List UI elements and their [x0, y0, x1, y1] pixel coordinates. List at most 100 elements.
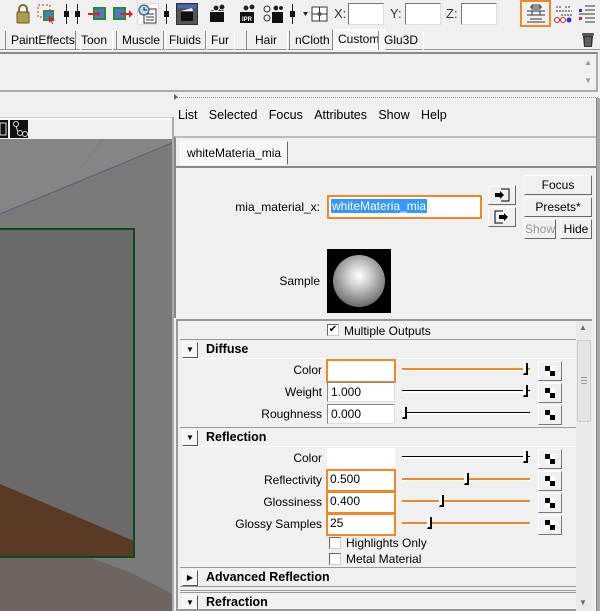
- reflectivity-slider[interactable]: [402, 473, 530, 485]
- sample-label: Sample: [279, 274, 320, 288]
- node-tab-bar: whiteMateria_mia: [174, 136, 598, 168]
- tool-settings-icon[interactable]: [576, 3, 598, 25]
- glossiness-field[interactable]: 0.400: [326, 491, 396, 514]
- collapse-triangle-icon[interactable]: ▼: [182, 342, 198, 358]
- batch-render-icon[interactable]: [262, 3, 284, 25]
- pane-divider[interactable]: [174, 97, 598, 98]
- output-connection-icon[interactable]: [112, 3, 134, 25]
- glossiness-slider[interactable]: [402, 495, 530, 507]
- attribute-scrollbar[interactable]: ▲ ▼: [576, 321, 592, 611]
- collapse-arrow-icon[interactable]: [174, 94, 178, 100]
- status-line-toolbar: IPR X: Y: Z:: [0, 0, 600, 29]
- presets-button[interactable]: Presets*: [524, 197, 592, 217]
- reflection-color-slider[interactable]: [402, 451, 530, 463]
- attribute-scroll-area: ✔ Multiple Outputs ▼ Diffuse Color Weigh…: [176, 319, 592, 611]
- 3d-viewport[interactable]: [0, 139, 172, 611]
- node-name-selection: whiteMateria_mia: [331, 199, 428, 213]
- diffuse-weight-slider[interactable]: [402, 385, 530, 397]
- hide-button[interactable]: Hide: [560, 219, 592, 239]
- render-current-icon[interactable]: [206, 3, 228, 25]
- diffuse-color-map-button[interactable]: [538, 361, 562, 381]
- collapse-triangle-icon[interactable]: ▼: [182, 430, 198, 446]
- section-title: Reflection: [206, 430, 267, 444]
- menu-selected[interactable]: Selected: [209, 108, 258, 122]
- command-output-area[interactable]: ▲ ▼: [0, 52, 598, 92]
- trash-icon[interactable]: [581, 31, 595, 51]
- toolbar-separator[interactable]: [64, 4, 69, 24]
- menu-show[interactable]: Show: [378, 108, 409, 122]
- expand-triangle-icon[interactable]: ▶: [182, 570, 198, 586]
- reflectivity-map-button[interactable]: [538, 471, 562, 491]
- shelf-tab-muscle[interactable]: Muscle: [116, 31, 167, 50]
- menu-focus[interactable]: Focus: [269, 108, 303, 122]
- section-diffuse[interactable]: ▼ Diffuse: [180, 339, 578, 359]
- shelf-tab-fluids[interactable]: Fluids: [163, 31, 208, 50]
- diffuse-color-slider[interactable]: [402, 363, 530, 375]
- menu-list[interactable]: List: [178, 108, 197, 122]
- section-refraction[interactable]: ▼ Refraction: [180, 590, 578, 609]
- multiple-outputs-checkbox[interactable]: ✔: [327, 324, 339, 336]
- scrollbar-thumb[interactable]: [577, 340, 591, 422]
- material-sample-swatch[interactable]: [327, 249, 391, 313]
- input-connections-button[interactable]: [488, 185, 516, 205]
- viewport-frame-icon[interactable]: [0, 120, 8, 138]
- node-tab-whitemateria-mia[interactable]: whiteMateria_mia: [180, 141, 289, 165]
- glossy-samples-map-button[interactable]: [538, 515, 562, 535]
- shelf-tab-ncloth[interactable]: nCloth: [289, 31, 336, 50]
- shelf-tab-toon[interactable]: Toon: [75, 31, 114, 50]
- select-camera-icon[interactable]: [36, 3, 58, 25]
- reflection-color-label: Color: [293, 451, 322, 465]
- reflectivity-field[interactable]: 0.500: [326, 469, 396, 492]
- shelf-tab-glu3d[interactable]: Glu3D: [378, 31, 425, 50]
- toolbar-separator[interactable]: [75, 4, 80, 24]
- scroll-down-icon[interactable]: ▼: [579, 598, 587, 607]
- diffuse-weight-field[interactable]: 1.000: [327, 382, 395, 402]
- x-coordinate-field[interactable]: [348, 3, 384, 25]
- diffuse-color-swatch[interactable]: [326, 359, 396, 383]
- scroll-down-icon[interactable]: ▼: [584, 76, 592, 85]
- diffuse-roughness-slider[interactable]: [402, 407, 530, 419]
- z-coordinate-field[interactable]: [461, 3, 497, 25]
- output-connections-button[interactable]: [488, 207, 516, 227]
- scroll-up-icon[interactable]: ▲: [579, 323, 587, 332]
- scroll-up-icon[interactable]: ▲: [584, 58, 592, 67]
- multiple-outputs-label: Multiple Outputs: [344, 324, 431, 338]
- glossy-samples-field[interactable]: 25: [326, 513, 396, 536]
- section-advanced-reflection[interactable]: ▶ Advanced Reflection: [180, 567, 578, 587]
- menu-attributes[interactable]: Attributes: [314, 108, 367, 122]
- toolbar-separator[interactable]: [164, 4, 169, 24]
- show-button[interactable]: Show: [524, 219, 556, 239]
- node-name-field[interactable]: whiteMateria_mia: [327, 195, 482, 219]
- shelf-tab-hair[interactable]: Hair: [246, 31, 289, 50]
- history-icon[interactable]: [137, 3, 159, 25]
- channel-box-icon[interactable]: [553, 3, 575, 25]
- viewport-chain-icon[interactable]: [10, 120, 28, 138]
- snap-toggle-icon[interactable]: [302, 3, 330, 25]
- diffuse-roughness-map-button[interactable]: [538, 405, 562, 425]
- shelf-tab-fur[interactable]: Fur: [205, 31, 235, 50]
- section-title: Advanced Reflection: [206, 570, 330, 584]
- highlights-only-checkbox[interactable]: [329, 537, 341, 549]
- glossy-samples-slider[interactable]: [402, 517, 530, 529]
- window-edge: [596, 98, 600, 611]
- diffuse-roughness-field[interactable]: 0.000: [327, 404, 395, 424]
- y-label: Y:: [390, 6, 402, 21]
- shelf-tab-painteffects[interactable]: PaintEffects: [5, 31, 81, 50]
- y-coordinate-field[interactable]: [405, 3, 441, 25]
- lock-icon[interactable]: [12, 3, 34, 25]
- svg-text:IPR: IPR: [242, 17, 253, 23]
- reflection-color-swatch[interactable]: [327, 448, 395, 468]
- metal-material-checkbox[interactable]: [329, 553, 341, 565]
- attribute-editor-icon[interactable]: [520, 0, 551, 27]
- collapse-triangle-icon[interactable]: ▼: [182, 595, 198, 609]
- glossiness-map-button[interactable]: [538, 493, 562, 513]
- input-connection-icon[interactable]: [86, 3, 108, 25]
- render-view-icon[interactable]: [176, 3, 198, 25]
- section-reflection[interactable]: ▼ Reflection: [180, 427, 578, 447]
- focus-button[interactable]: Focus: [524, 175, 592, 195]
- reflection-color-map-button[interactable]: [538, 449, 562, 469]
- menu-help[interactable]: Help: [421, 108, 447, 122]
- diffuse-weight-map-button[interactable]: [538, 383, 562, 403]
- ipr-render-icon[interactable]: IPR: [236, 3, 258, 25]
- toolbar-separator[interactable]: [290, 4, 295, 24]
